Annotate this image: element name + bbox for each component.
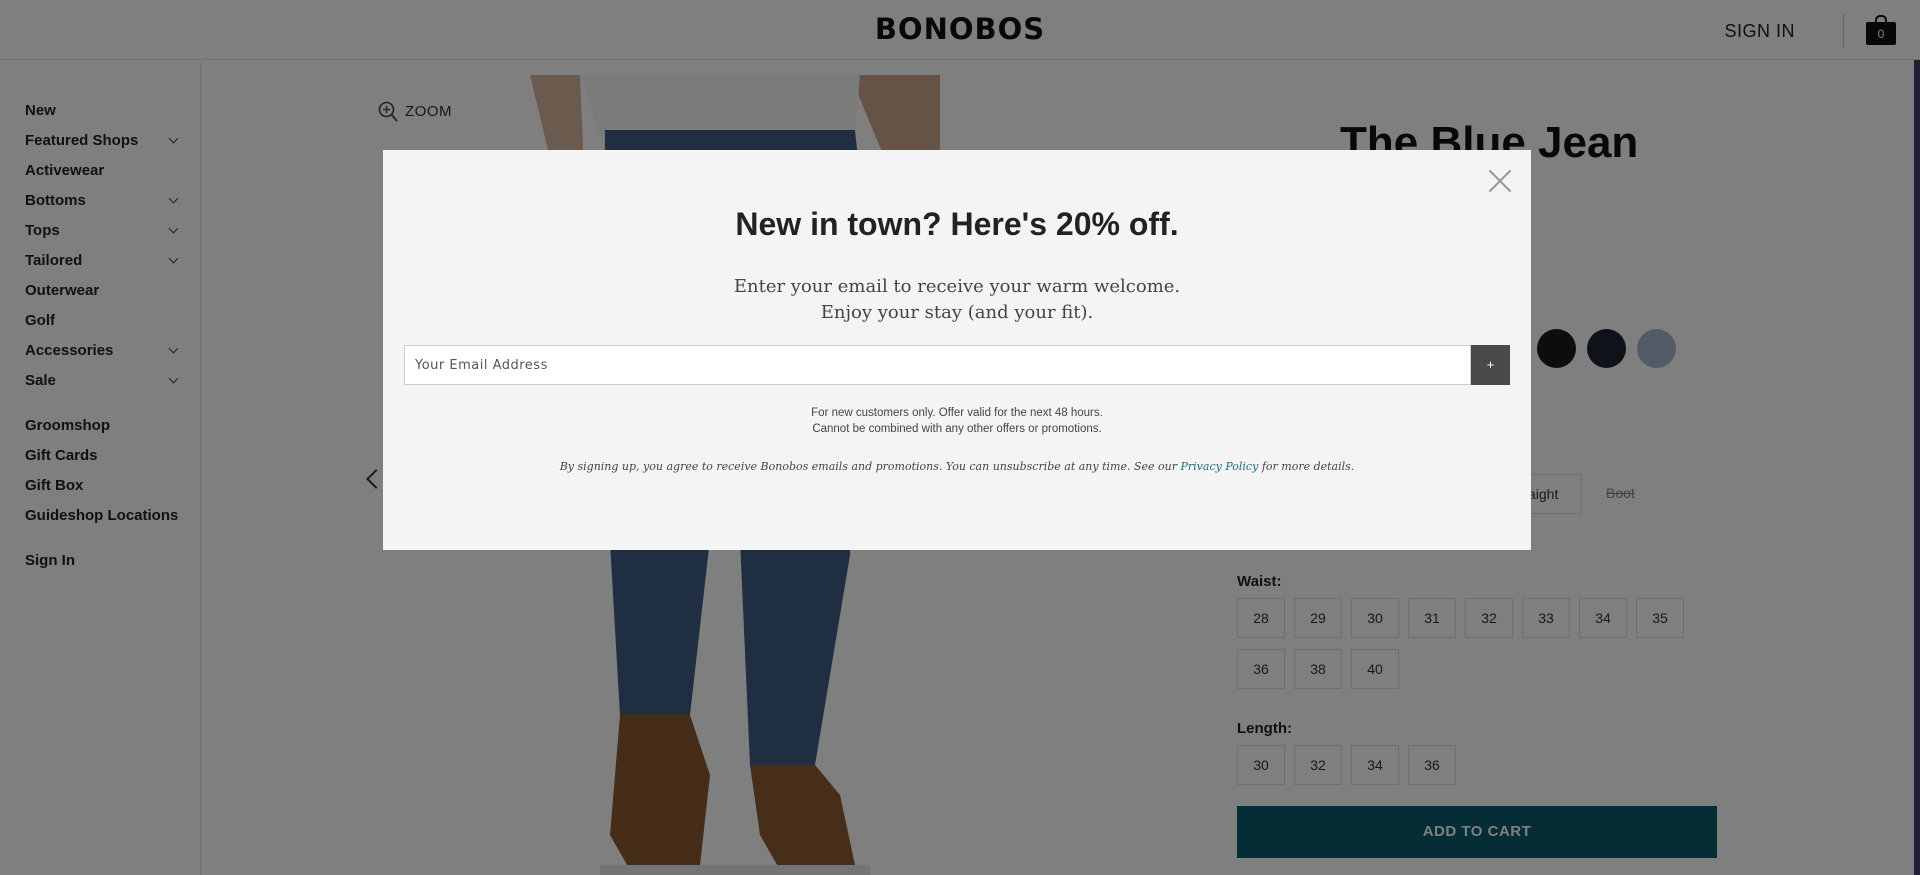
offer-fine-print: For new customers only. Offer valid for … [383,405,1531,437]
modal-subtitle-line1: Enter your email to receive your warm we… [733,276,1181,297]
email-submit-button[interactable]: + [1471,345,1510,385]
privacy-policy-link[interactable]: Privacy Policy [1181,460,1259,473]
modal-subtitle-line2: Enjoy your stay (and your fit). [820,302,1094,323]
legal-disclaimer: By signing up, you agree to receive Bono… [383,460,1531,473]
modal-title: New in town? Here's 20% off. [735,206,1179,242]
modal-subtitle: Enter your email to receive your warm we… [383,274,1531,326]
email-signup-form: + [404,345,1510,385]
legal-text-before: By signing up, you agree to receive Bono… [559,460,1177,473]
legal-text-after: for more details. [1261,460,1355,473]
email-signup-modal: New in town? Here's 20% off. Enter your … [383,150,1531,550]
fine-print-line1: For new customers only. Offer valid for … [811,407,1103,419]
close-icon[interactable] [1488,169,1512,193]
email-input[interactable] [404,345,1471,385]
fine-print-line2: Cannot be combined with any other offers… [812,423,1102,435]
